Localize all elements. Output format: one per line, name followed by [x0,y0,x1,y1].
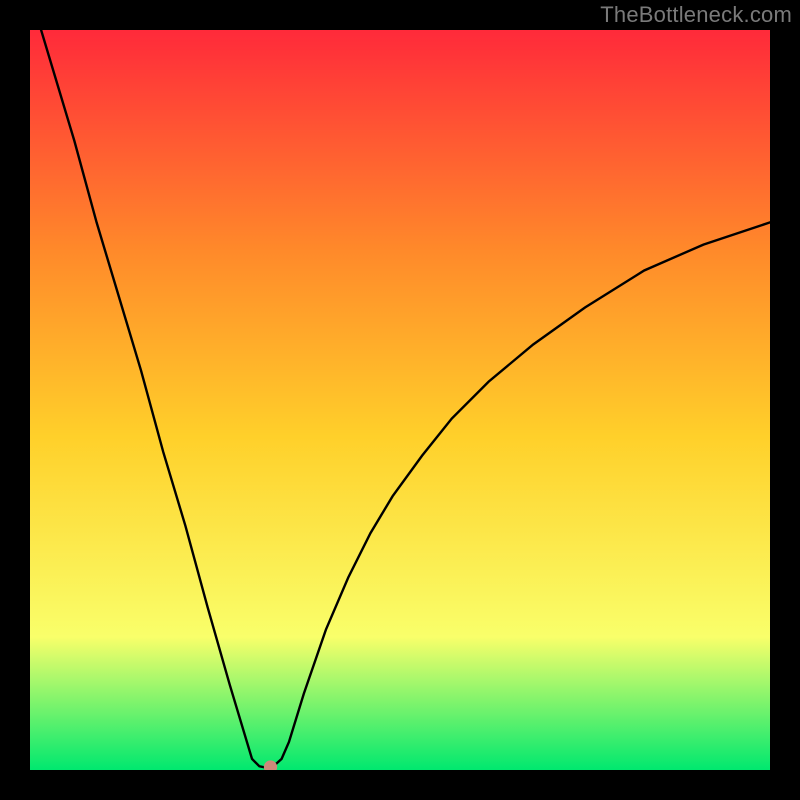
chart-container: TheBottleneck.com [0,0,800,800]
watermark-text: TheBottleneck.com [600,2,792,28]
plot-area [30,30,770,770]
chart-svg [30,30,770,770]
gradient-background [30,30,770,770]
